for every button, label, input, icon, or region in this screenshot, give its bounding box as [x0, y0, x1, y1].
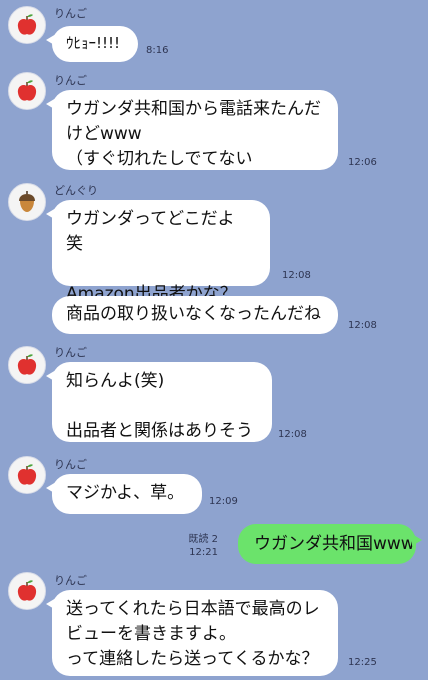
timestamp: 12:08: [348, 320, 377, 331]
apple-icon: [17, 80, 37, 101]
apple-icon: [17, 14, 37, 35]
timestamp: 12:21: [189, 547, 218, 558]
message-bubble[interactable]: ウガンダってどこだよ 笑 Amazon出品者かな？: [46, 200, 270, 304]
message-bubble[interactable]: 送ってくれたら日本語で最高のレビューを書きますよ。 って連絡したら送ってくるかな…: [46, 590, 338, 676]
sender-name: りんご: [54, 346, 87, 359]
sender-name: りんご: [54, 7, 87, 20]
message-bubble[interactable]: ウガンダ共和国から電話来たんだけどwww （すぐ切れたしでてない: [46, 90, 338, 170]
timestamp: 12:06: [348, 157, 377, 168]
apple-icon: [17, 580, 37, 601]
avatar[interactable]: [8, 346, 46, 384]
read-receipt: 既読 2: [188, 534, 218, 545]
timestamp: 12:25: [348, 657, 377, 668]
sender-name: りんご: [54, 74, 87, 87]
avatar[interactable]: [8, 183, 46, 221]
sender-name: りんご: [54, 574, 87, 587]
apple-icon: [17, 464, 37, 485]
message-bubble[interactable]: 知らんよ(笑) 出品者と関係はありそう: [46, 362, 272, 442]
avatar[interactable]: [8, 72, 46, 110]
avatar[interactable]: [8, 456, 46, 494]
chat-area[interactable]: りんご ｳﾋｮｰ!!!! 8:16 りんご ウガンダ共和国から電話来たんだけどw…: [0, 0, 428, 680]
timestamp: 8:16: [146, 45, 169, 56]
sender-name: どんぐり: [54, 184, 98, 197]
timestamp: 12:08: [278, 429, 307, 440]
timestamp: 12:08: [282, 270, 311, 281]
avatar[interactable]: [8, 6, 46, 44]
timestamp: 12:09: [209, 496, 238, 507]
outgoing-message-bubble[interactable]: ウガンダ共和国www: [238, 524, 422, 564]
apple-icon: [17, 354, 37, 375]
message-bubble[interactable]: マジかよ、草。: [46, 474, 202, 514]
message-meta: 既読 2 12:21: [188, 533, 218, 559]
sender-name: りんご: [54, 458, 87, 471]
acorn-icon: [19, 191, 35, 212]
avatar[interactable]: [8, 572, 46, 610]
message-bubble[interactable]: 商品の取り扱いなくなったんだね: [52, 296, 338, 334]
message-bubble[interactable]: ｳﾋｮｰ!!!!: [46, 26, 138, 62]
